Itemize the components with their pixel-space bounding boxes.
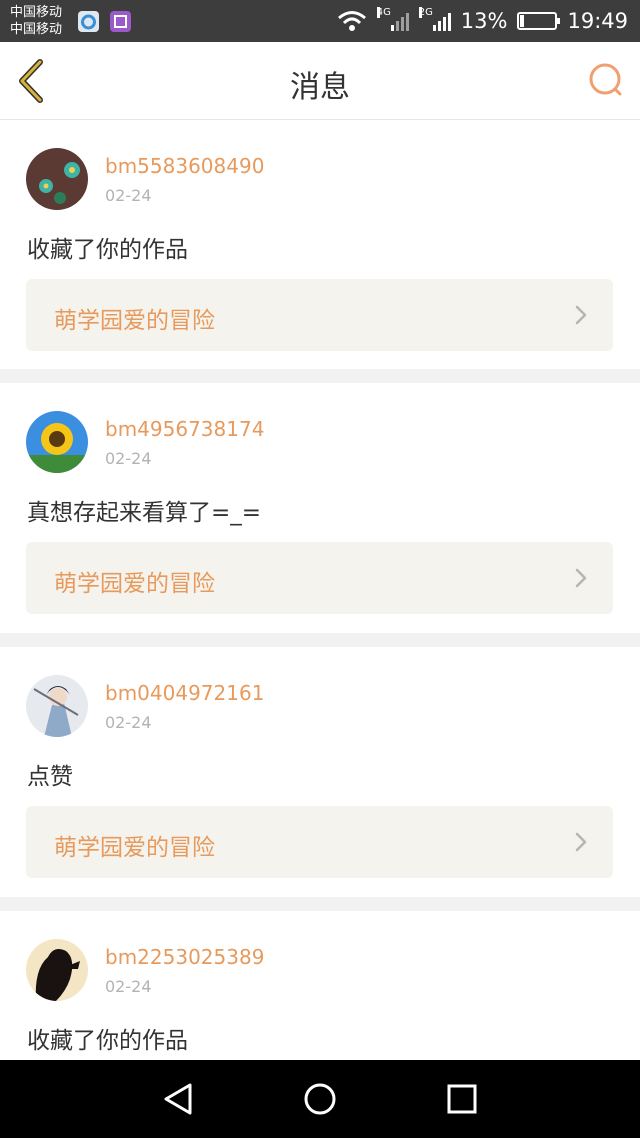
avatar[interactable] [26, 939, 88, 1001]
work-title: 萌学园爱的冒险 [54, 571, 215, 597]
signal-2g-icon: 2G [418, 7, 451, 31]
triangle-back-icon [164, 1083, 192, 1115]
message-text: 收藏了你的作品 [27, 237, 188, 263]
carrier-1: 中国移动 [10, 5, 63, 20]
avatar[interactable] [26, 411, 88, 473]
work-title: 萌学园爱的冒险 [54, 308, 215, 334]
system-nav-bar [0, 1060, 640, 1138]
chevron-right-icon [575, 568, 587, 588]
square-recents-icon [447, 1084, 477, 1114]
message-date: 02-24 [105, 713, 152, 732]
top-bar: 消息 [0, 42, 640, 120]
avatar[interactable] [26, 148, 88, 210]
search-button[interactable] [586, 60, 626, 100]
notification-app-icon [78, 11, 99, 32]
username[interactable]: bm4956738174 [105, 417, 264, 441]
username[interactable]: bm2253025389 [105, 945, 264, 969]
message-text: 收藏了你的作品 [27, 1028, 188, 1054]
username[interactable]: bm0404972161 [105, 681, 264, 705]
search-icon [589, 63, 622, 96]
nav-home-button[interactable] [300, 1079, 340, 1119]
signal-4g-icon: 4G [376, 7, 409, 31]
message-date: 02-24 [105, 977, 152, 996]
message-text: 点赞 [27, 764, 73, 790]
chevron-right-icon [575, 832, 587, 852]
nav-recents-button[interactable] [442, 1079, 482, 1119]
battery-percent: 13% [460, 9, 508, 33]
message-card: bm2253025389 02-24 收藏了你的作品 [0, 911, 640, 1060]
status-bar: 中国移动 中国移动 4G 2G 13% 19:49 [0, 0, 640, 42]
gallery-app-icon [110, 11, 131, 32]
page-title: 消息 [290, 70, 350, 105]
avatar[interactable] [26, 675, 88, 737]
chevron-right-icon [575, 305, 587, 325]
circle-home-icon [304, 1083, 336, 1115]
work-link[interactable]: 萌学园爱的冒险 [26, 806, 613, 878]
work-title: 萌学园爱的冒险 [54, 835, 215, 861]
clock: 19:49 [567, 9, 628, 33]
carrier-2: 中国移动 [10, 22, 63, 37]
work-link[interactable]: 萌学园爱的冒险 [26, 279, 613, 351]
wifi-icon [337, 11, 366, 31]
message-date: 02-24 [105, 186, 152, 205]
message-card: bm4956738174 02-24 真想存起来看算了=_= 萌学园爱的冒险 [0, 383, 640, 633]
message-list[interactable]: bm5583608490 02-24 收藏了你的作品 萌学园爱的冒险 bm495… [0, 120, 640, 1060]
message-card: bm5583608490 02-24 收藏了你的作品 萌学园爱的冒险 [0, 120, 640, 369]
message-text: 真想存起来看算了=_= [27, 500, 262, 526]
work-link[interactable]: 萌学园爱的冒险 [26, 542, 613, 614]
nav-back-button[interactable] [158, 1079, 198, 1119]
battery-icon [517, 12, 561, 30]
message-card: bm0404972161 02-24 点赞 萌学园爱的冒险 [0, 647, 640, 897]
message-date: 02-24 [105, 449, 152, 468]
carrier-labels: 中国移动 中国移动 [10, 4, 62, 38]
username[interactable]: bm5583608490 [105, 154, 264, 178]
